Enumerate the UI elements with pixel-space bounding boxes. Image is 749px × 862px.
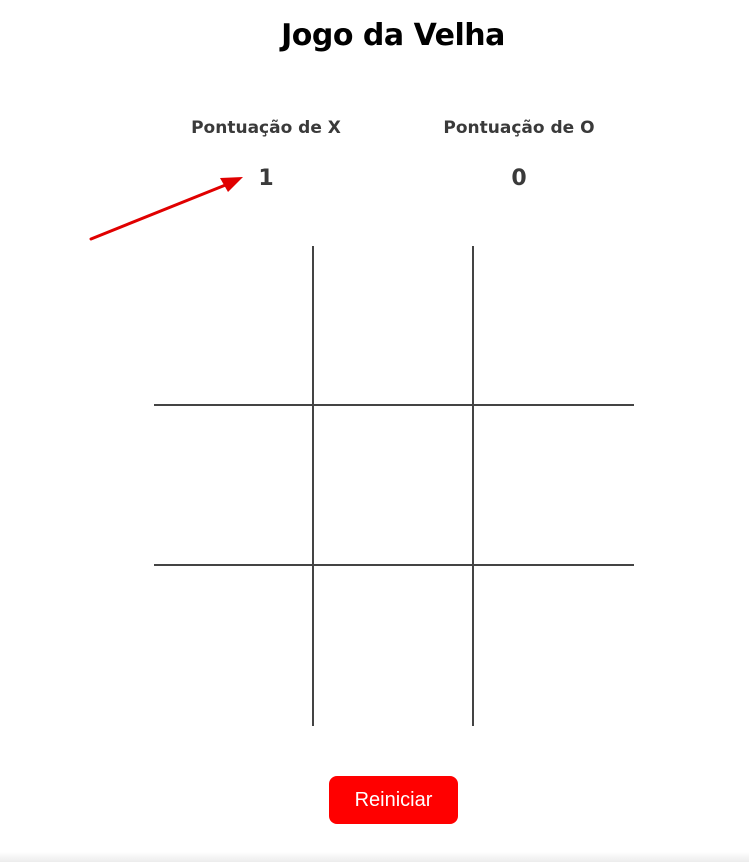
score-label-x: Pontuação de X <box>191 118 341 138</box>
score-label-o: Pontuação de O <box>443 118 595 138</box>
board-cell[interactable] <box>314 566 474 726</box>
score-value-x: 1 <box>258 166 274 191</box>
page-title: Jogo da Velha <box>281 18 505 53</box>
game-board <box>154 246 634 726</box>
game-page: Jogo da Velha Pontuação de X Pontuação d… <box>0 0 749 862</box>
board-cell[interactable] <box>154 246 314 406</box>
board-cell[interactable] <box>474 246 634 406</box>
board-cell[interactable] <box>154 406 314 566</box>
score-value-o: 0 <box>511 166 527 191</box>
board-cell[interactable] <box>474 406 634 566</box>
restart-button[interactable]: Reiniciar <box>329 776 458 824</box>
bottom-shadow <box>0 852 749 862</box>
board-cell[interactable] <box>314 246 474 406</box>
board-cell[interactable] <box>154 566 314 726</box>
board-cell[interactable] <box>314 406 474 566</box>
board-cell[interactable] <box>474 566 634 726</box>
